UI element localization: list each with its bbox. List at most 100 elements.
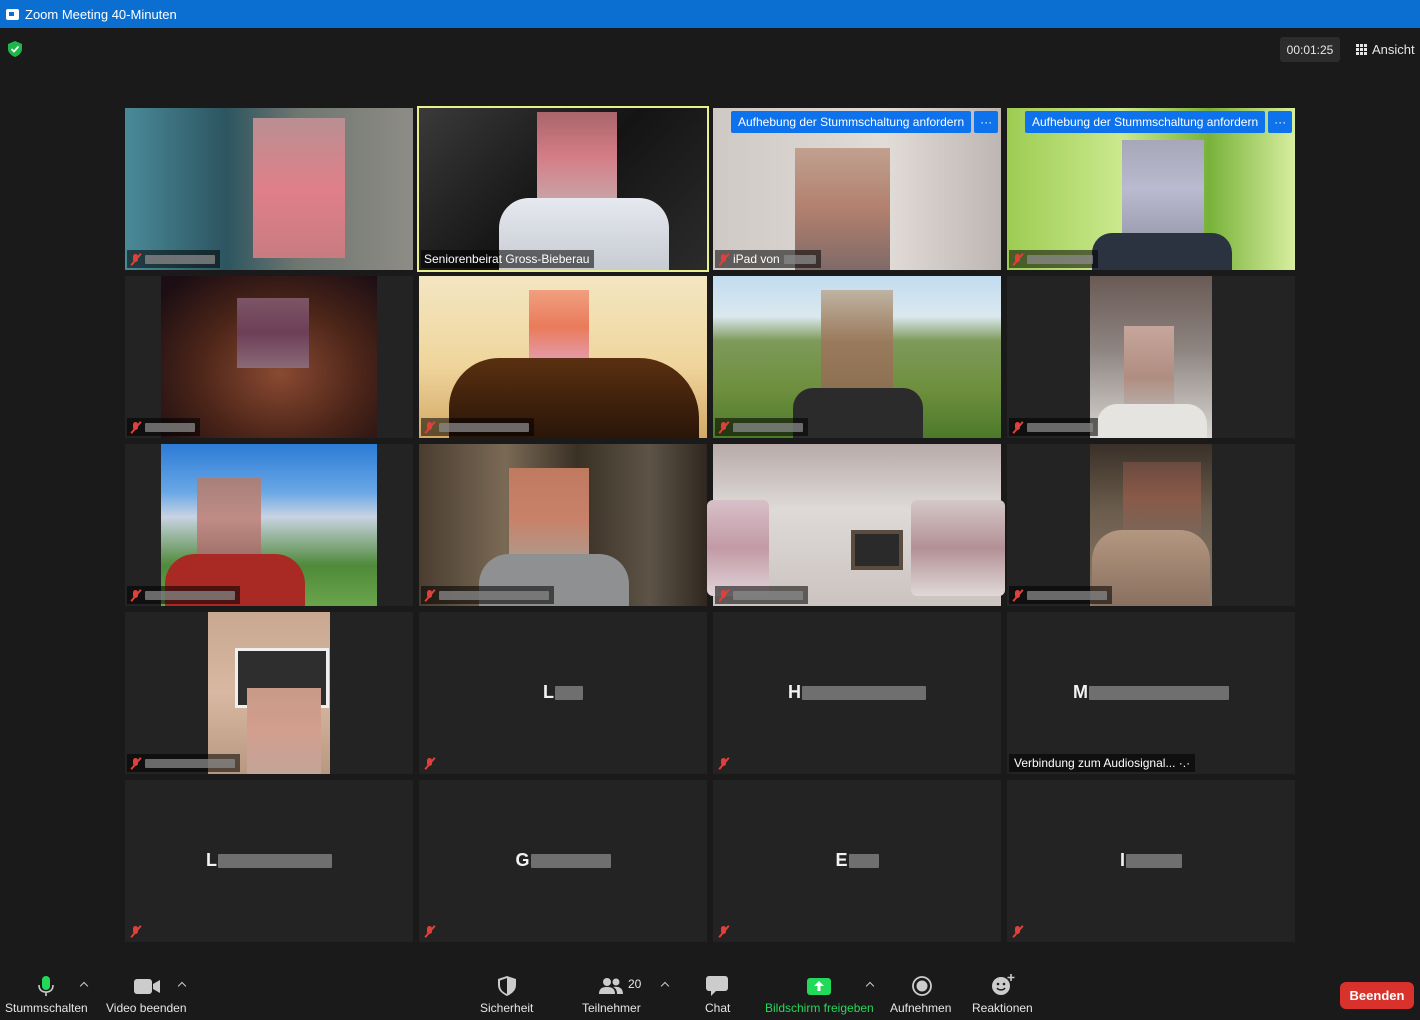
participant-name [733, 590, 803, 600]
participant-tile[interactable] [1007, 276, 1295, 438]
participant-name-plate [715, 418, 808, 436]
pixelated-face [1123, 462, 1201, 534]
view-button[interactable]: Ansicht [1350, 37, 1420, 62]
participant-display-name: I [1007, 850, 1295, 871]
mic-muted-icon [130, 925, 141, 938]
participant-tile[interactable]: Aufhebung der Stummschaltung anfordern ·… [1007, 108, 1295, 270]
participant-display-name: E [713, 850, 1001, 871]
participant-name-plate [1009, 586, 1112, 604]
participants-button[interactable]: 20 Teilnehmer [582, 968, 642, 1020]
security-button[interactable]: Sicherheit [480, 968, 534, 1020]
grid-view-icon [1356, 44, 1367, 55]
pixelated-face [237, 298, 309, 368]
participant-name-plate [421, 418, 534, 436]
request-unmute-button[interactable]: Aufhebung der Stummschaltung anfordern [1025, 111, 1266, 133]
participant-shirt [793, 388, 923, 438]
mic-muted-icon [718, 253, 729, 266]
video-options-caret[interactable] [178, 980, 186, 988]
participant-tile[interactable] [125, 108, 413, 270]
share-screen-icon [807, 978, 831, 995]
participant-tile-no-video[interactable]: L [125, 780, 413, 942]
audio-connecting-status: Verbindung zum Audiosignal... ·.· [1009, 754, 1196, 772]
participant-tile-no-video[interactable]: M Verbindung zum Audiosignal... ·.· [1007, 612, 1295, 774]
participant-name-plate: iPad von [715, 250, 821, 268]
reactions-smiley-icon [992, 974, 1015, 995]
participant-name: iPad von [733, 252, 780, 266]
mic-muted-icon [424, 421, 435, 434]
participant-tile[interactable] [713, 276, 1001, 438]
chat-button[interactable]: Chat [704, 968, 730, 1020]
participant-tile[interactable] [1007, 444, 1295, 606]
request-unmute-button[interactable]: Aufhebung der Stummschaltung anfordern [731, 111, 972, 133]
blurred-name-part [218, 854, 332, 869]
end-meeting-button[interactable]: Beenden [1340, 982, 1414, 1009]
pixelated-face [529, 290, 589, 364]
encryption-shield-icon[interactable] [8, 41, 22, 57]
participant-name-plate [127, 250, 220, 268]
record-button[interactable]: Aufnehmen [890, 968, 954, 1020]
mic-muted-icon [1012, 253, 1023, 266]
participant-tile-no-video[interactable]: I [1007, 780, 1295, 942]
participant-tile[interactable] [707, 444, 1005, 606]
reactions-label: Reaktionen [972, 1001, 1033, 1015]
mic-muted-icon [130, 421, 141, 434]
participant-tile[interactable] [125, 612, 413, 774]
record-icon [912, 976, 932, 996]
participant-display-name: H [713, 682, 1001, 703]
participants-icon [599, 978, 623, 994]
mic-muted-icon [130, 253, 141, 266]
participant-tile-no-video[interactable]: H [713, 612, 1001, 774]
participants-count: 20 [628, 977, 642, 991]
participant-name-plate [1009, 250, 1098, 268]
pixelated-face [247, 688, 321, 774]
chat-label: Chat [705, 1001, 731, 1015]
participant-name [439, 422, 529, 432]
mic-muted-icon [1012, 925, 1023, 938]
participant-tile-no-video[interactable]: L [419, 612, 707, 774]
blurred-name-part [1126, 854, 1182, 869]
security-label: Sicherheit [480, 1001, 534, 1015]
meeting-toolbar: Stummschalten Video beenden Sicherheit 2… [0, 968, 1420, 1020]
video-camera-icon [134, 979, 160, 994]
mic-muted-icon [718, 925, 729, 938]
participant-name-plate [127, 586, 240, 604]
mute-button[interactable]: Stummschalten [5, 968, 88, 1020]
mute-label: Stummschalten [5, 1001, 88, 1015]
mic-muted-icon [424, 757, 435, 770]
participant-tile-active-speaker[interactable]: Seniorenbeirat Gross-Bieberau [417, 106, 709, 272]
record-label: Aufnehmen [890, 1001, 952, 1015]
participant-tile[interactable] [125, 444, 413, 606]
participant-name-plate [715, 754, 738, 772]
blurred-name-part [1089, 686, 1229, 701]
mic-muted-icon [718, 421, 729, 434]
participant-name [145, 758, 235, 768]
mic-muted-icon [130, 757, 141, 770]
participant-name-plate [127, 418, 200, 436]
participant-shirt [1097, 404, 1207, 438]
participant-name [1027, 590, 1107, 600]
mic-muted-icon [424, 589, 435, 602]
more-options-button[interactable]: ··· [1268, 111, 1293, 133]
participants-options-caret[interactable] [661, 980, 669, 988]
request-unmute-bar: Aufhebung der Stummschaltung anfordern ·… [731, 111, 999, 133]
pixelated-face [911, 500, 1005, 596]
share-options-caret[interactable] [866, 980, 874, 988]
reactions-button[interactable]: Reaktionen [972, 968, 1033, 1020]
participant-tile-no-video[interactable]: G [419, 780, 707, 942]
stop-video-button[interactable]: Video beenden [106, 968, 187, 1020]
share-screen-button[interactable]: Bildschirm freigeben [765, 968, 875, 1020]
participant-tile[interactable] [419, 276, 707, 438]
participant-tile[interactable] [125, 276, 413, 438]
participant-tile[interactable]: Aufhebung der Stummschaltung anfordern ·… [713, 108, 1001, 270]
participant-tile-no-video[interactable]: E [713, 780, 1001, 942]
pixelated-face [1122, 140, 1204, 238]
participant-name-plate [127, 754, 240, 772]
window-title: Zoom Meeting 40-Minuten [25, 6, 177, 22]
audio-options-caret[interactable] [80, 980, 88, 988]
microphone-icon [38, 976, 54, 996]
participant-name [145, 254, 215, 264]
mic-muted-icon [718, 757, 729, 770]
participant-tile[interactable] [419, 444, 707, 606]
participant-name [145, 590, 235, 600]
more-options-button[interactable]: ··· [974, 111, 999, 133]
